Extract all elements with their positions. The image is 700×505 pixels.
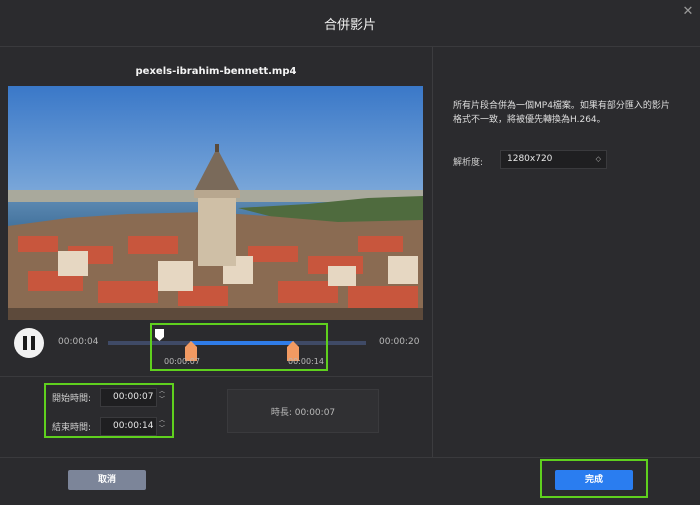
timeline-highlight-box [150, 323, 328, 371]
video-filename: pexels-ibrahim-bennett.mp4 [135, 66, 297, 77]
merge-info-text: 所有片段合併為一個MP4檔案。如果有部分匯入的影片格式不一致，將被優先轉換為H.… [453, 101, 670, 125]
pause-button[interactable] [14, 328, 44, 358]
close-icon[interactable]: ✕ [680, 4, 696, 20]
dialog-title: 合併影片 [323, 18, 376, 33]
done-highlight-box [540, 459, 648, 498]
section-divider [0, 376, 432, 377]
resolution-select[interactable]: 1280x720 ◇ [500, 150, 607, 169]
time-inputs-highlight-box [44, 383, 174, 438]
current-time: 00:00:04 [58, 337, 99, 347]
resolution-label: 解析度: [453, 158, 484, 168]
resolution-value: 1280x720 [507, 154, 553, 164]
cancel-button[interactable]: 取消 [68, 470, 146, 490]
duration-text: 時長: 00:00:07 [270, 408, 336, 418]
pause-icon [23, 336, 27, 350]
panel-divider [432, 47, 433, 457]
chevron-updown-icon: ◇ [595, 155, 601, 163]
total-time: 00:00:20 [379, 337, 420, 347]
video-frame-image [8, 86, 423, 320]
pause-icon-bar [31, 336, 35, 350]
video-preview[interactable] [8, 86, 423, 320]
